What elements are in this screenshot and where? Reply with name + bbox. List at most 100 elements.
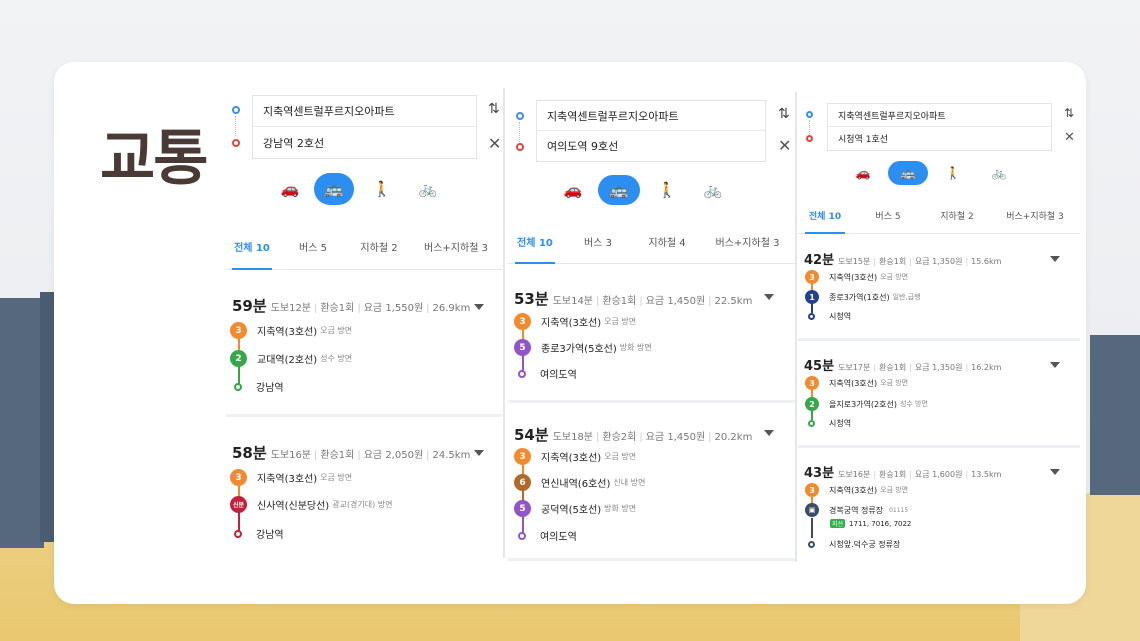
stop-name: 시청역 bbox=[829, 419, 852, 428]
stop-name: 지축역(3호선) bbox=[829, 378, 878, 388]
line-badge: 1 bbox=[805, 290, 819, 304]
route-summary[interactable]: 54분 도보18분 | 환승2회 | 요금 1,450원 | 20.2km bbox=[514, 424, 752, 445]
bike-icon[interactable]: 🚲 bbox=[986, 162, 1012, 184]
route-summary[interactable]: 58분 도보16분 | 환승1회 | 요금 2,050원 | 24.5km bbox=[232, 442, 470, 463]
route-summary[interactable]: 53분 도보14분 | 환승1회 | 요금 1,450원 | 22.5km bbox=[514, 288, 752, 309]
route-line bbox=[811, 518, 813, 538]
stop: 시청역 bbox=[808, 418, 851, 429]
destination-dot-icon bbox=[232, 139, 240, 147]
origin-input[interactable]: 지축역센트럴푸르지오아파트 bbox=[828, 104, 1051, 127]
stop-direction: 오금 방면 bbox=[320, 326, 353, 335]
stop: 3 지축역(3호선) 오금 방면 bbox=[805, 270, 908, 284]
stop: 시청앞.덕수궁 정류장 bbox=[808, 539, 900, 550]
route-distance: 22.5km bbox=[714, 296, 753, 307]
destination-marker bbox=[808, 313, 815, 320]
route-transfer: 환승1회 bbox=[320, 303, 355, 314]
swap-icon[interactable]: ⇅ bbox=[488, 101, 500, 117]
bus-icon[interactable]: 🚌 bbox=[888, 161, 928, 185]
car-icon[interactable]: 🚗 bbox=[850, 162, 876, 184]
stop-name: 신사역(신분당선) bbox=[257, 501, 330, 512]
stop-direction: 광교(경기대) 방면 bbox=[332, 500, 393, 509]
stop-direction: 신내 방면 bbox=[613, 478, 646, 487]
close-icon[interactable]: ✕ bbox=[778, 136, 791, 155]
caret-down-icon[interactable] bbox=[474, 304, 484, 310]
tab-bus-subway[interactable]: 버스+지하철 3 bbox=[990, 202, 1080, 233]
route-divider bbox=[508, 400, 795, 403]
transport-mode-bar: 🚗 🚌 🚶 🚲 bbox=[850, 161, 1012, 185]
caret-down-icon[interactable] bbox=[764, 430, 774, 436]
tab-bus-subway[interactable]: 버스+지하철 3 bbox=[700, 226, 795, 263]
bus-icon[interactable]: 🚌 bbox=[314, 173, 354, 205]
stop: 3 지축역(3호선) 오금 방면 bbox=[230, 322, 352, 339]
caret-down-icon[interactable] bbox=[1050, 256, 1060, 262]
route-panel-1: 지축역센트럴푸르지오아파트 강남역 2호선 ⇅ ✕ 🚗 🚌 🚶 🚲 전체 10 … bbox=[226, 88, 502, 558]
route-fare: 요금 2,050원 bbox=[363, 450, 424, 461]
stop: 여의도역 bbox=[518, 528, 577, 543]
car-icon[interactable]: 🚗 bbox=[272, 174, 308, 204]
route-panel-2: 지축역센트럴푸르지오아파트 여의도역 9호선 ⇅ ✕ 🚗 🚌 🚶 🚲 전체 10… bbox=[508, 92, 795, 562]
route-fare: 요금 1,450원 bbox=[645, 296, 706, 307]
destination-input[interactable]: 여의도역 9호선 bbox=[537, 131, 765, 161]
stop: 3 지축역(3호선) 오금 방면 bbox=[514, 448, 636, 465]
tab-bus[interactable]: 버스 5 bbox=[278, 230, 348, 269]
tab-subway[interactable]: 지하철 4 bbox=[634, 226, 700, 263]
route-summary[interactable]: 45분 도보17분 | 환승1회 | 요금 1,350원 | 16.2km bbox=[804, 355, 1001, 374]
tab-all[interactable]: 전체 10 bbox=[798, 202, 852, 233]
destination-input[interactable]: 강남역 2호선 bbox=[253, 127, 476, 158]
stop-name: 지축역(3호선) bbox=[829, 272, 878, 282]
swap-icon[interactable]: ⇅ bbox=[1064, 106, 1074, 120]
walk-icon[interactable]: 🚶 bbox=[364, 174, 400, 204]
route-transfer: 환승2회 bbox=[602, 432, 637, 443]
route-summary[interactable]: 42분 도보15분 | 환승1회 | 요금 1,350원 | 15.6km bbox=[804, 249, 1001, 268]
bike-icon[interactable]: 🚲 bbox=[696, 176, 730, 204]
tab-subway[interactable]: 지하철 2 bbox=[924, 202, 990, 233]
walk-icon[interactable]: 🚶 bbox=[650, 176, 684, 204]
route-transfer: 환승1회 bbox=[602, 296, 637, 307]
stop: 신분 신사역(신분당선) 광교(경기대) 방면 bbox=[230, 496, 393, 513]
tab-bus[interactable]: 버스 3 bbox=[562, 226, 634, 263]
destination-marker bbox=[234, 529, 242, 538]
close-icon[interactable]: ✕ bbox=[488, 134, 501, 153]
stop: 5 종로3가역(5호선) 방화 방면 bbox=[514, 339, 652, 356]
route-time: 43분 bbox=[804, 466, 835, 481]
tab-all[interactable]: 전체 10 bbox=[508, 226, 562, 263]
route-summary[interactable]: 43분 도보16분 | 환승1회 | 요금 1,600원 | 13.5km bbox=[804, 462, 1001, 481]
caret-down-icon[interactable] bbox=[474, 450, 484, 456]
stop-name: 지축역(3호선) bbox=[829, 485, 878, 495]
origin-input[interactable]: 지축역센트럴푸르지오아파트 bbox=[253, 96, 476, 127]
close-icon[interactable]: ✕ bbox=[1064, 130, 1075, 145]
tab-all[interactable]: 전체 10 bbox=[226, 230, 278, 269]
car-icon[interactable]: 🚗 bbox=[556, 176, 590, 204]
stop-direction: 방화 방면 bbox=[604, 504, 637, 513]
caret-down-icon[interactable] bbox=[764, 294, 774, 300]
tab-subway[interactable]: 지하철 2 bbox=[348, 230, 410, 269]
stop-name: 시청앞.덕수궁 정류장 bbox=[829, 540, 901, 549]
route-tabs: 전체 10 버스 5 지하철 2 버스+지하철 3 bbox=[798, 202, 1080, 234]
stop-name: 종로3가역(1호선) bbox=[829, 292, 890, 302]
page-title: 교통 bbox=[100, 124, 208, 194]
bus-icon[interactable]: 🚌 bbox=[598, 175, 640, 205]
destination-dot-icon bbox=[516, 143, 524, 151]
stop: ▣ 경복궁역 정류장 01115 bbox=[805, 503, 908, 517]
stop-direction: 오금 방면 bbox=[880, 486, 909, 494]
caret-down-icon[interactable] bbox=[1050, 469, 1060, 475]
tab-bus[interactable]: 버스 5 bbox=[852, 202, 924, 233]
tab-bus-subway[interactable]: 버스+지하철 3 bbox=[410, 230, 502, 269]
walk-icon[interactable]: 🚶 bbox=[940, 162, 966, 184]
route-fare: 요금 1,600원 bbox=[914, 470, 963, 479]
stop-direction: 성수 방면 bbox=[320, 354, 353, 363]
stop: 강남역 bbox=[234, 379, 284, 394]
route-time: 54분 bbox=[514, 426, 549, 444]
line-badge: 5 bbox=[514, 500, 531, 517]
caret-down-icon[interactable] bbox=[1050, 362, 1060, 368]
destination-input[interactable]: 시청역 1호선 bbox=[828, 127, 1051, 150]
swap-icon[interactable]: ⇅ bbox=[778, 106, 790, 122]
line-badge: 2 bbox=[805, 397, 819, 411]
route-summary[interactable]: 59분 도보12분 | 환승1회 | 요금 1,550원 | 26.9km bbox=[232, 295, 470, 316]
stop: 5 공덕역(5호선) 방화 방면 bbox=[514, 500, 636, 517]
origin-input[interactable]: 지축역센트럴푸르지오아파트 bbox=[537, 101, 765, 131]
line-badge: 6 bbox=[514, 474, 531, 491]
route-walk: 도보17분 bbox=[838, 363, 871, 372]
route-time: 42분 bbox=[804, 253, 835, 268]
bike-icon[interactable]: 🚲 bbox=[410, 174, 446, 204]
